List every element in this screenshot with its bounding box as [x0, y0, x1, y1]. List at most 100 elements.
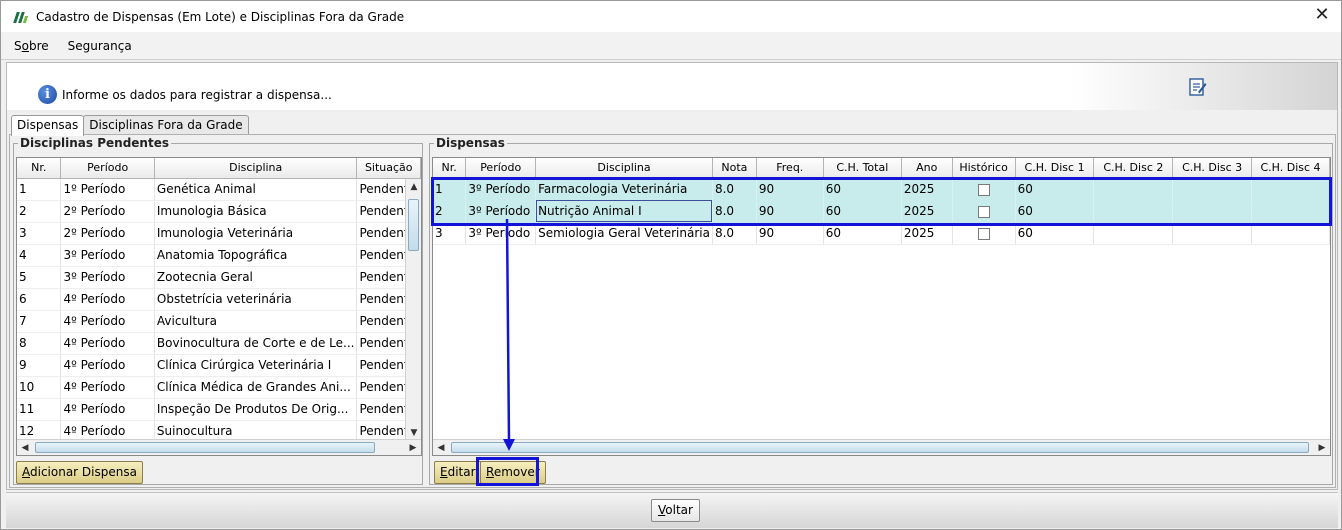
- table-cell: Farmacologia Veterinária: [535, 178, 713, 201]
- table-row[interactable]: 9 4º Período Clínica Cirúrgica Veterinária…: [17, 354, 421, 377]
- table-cell: Clínica Cirúrgica Veterinária I: [154, 354, 358, 377]
- table-row[interactable]: 3 3º Período Semiologia Geral Veterinária 8…: [433, 222, 1330, 245]
- table-cell: 60: [823, 222, 902, 245]
- table-cell: Semiologia Geral Veterinária: [535, 222, 713, 245]
- dispensas-hscroll-thumb[interactable]: [451, 442, 1309, 453]
- historico-checkbox[interactable]: [977, 183, 990, 196]
- pendentes-rows: 1 1º Período Genética Animal Pendente 2 2º Pe…: [17, 178, 421, 443]
- table-cell: [1093, 200, 1174, 223]
- pendentes-vscroll-thumb[interactable]: [408, 199, 419, 251]
- table-cell: 8.0: [712, 222, 757, 245]
- dispensas-col-ch-disc-2[interactable]: C.H. Disc 2: [1093, 158, 1174, 179]
- table-cell: 3: [433, 222, 467, 245]
- pendentes-hscroll-thumb[interactable]: [35, 442, 375, 453]
- table-cell: Clínica Médica de Grandes Ani...: [154, 376, 358, 399]
- table-cell: 2º Período: [60, 222, 155, 245]
- dispensas-col-ano[interactable]: Ano: [901, 158, 953, 179]
- table-row[interactable]: 2 3º Período Nutrição Animal I 8.0 90 60 2025 6…: [433, 200, 1330, 223]
- footer-bar: Voltar: [6, 492, 1338, 528]
- historico-cell: [952, 200, 1016, 223]
- menu-sobre[interactable]: Sobre: [14, 39, 49, 53]
- table-row[interactable]: 2 2º Período Imunologia Básica Pendente: [17, 200, 421, 223]
- historico-checkbox[interactable]: [977, 227, 990, 240]
- table-cell: 1: [17, 178, 62, 201]
- table-cell: Zootecnia Geral: [154, 266, 358, 289]
- table-cell: 3: [17, 222, 62, 245]
- table-cell: 60: [1015, 200, 1095, 223]
- table-cell: 4: [17, 244, 62, 267]
- window-title: Cadastro de Dispensas (Em Lote) e Discip…: [36, 9, 405, 24]
- scroll-left-icon[interactable]: ◀: [433, 440, 449, 455]
- dispensas-col-freq[interactable]: Freq.: [756, 158, 824, 179]
- pendentes-legend: Disciplinas Pendentes: [20, 136, 169, 150]
- pendentes-col-periodo[interactable]: Período: [60, 158, 155, 179]
- dispensas-col-nota[interactable]: Nota: [712, 158, 757, 179]
- info-message: Informe os dados para registrar a dispen…: [62, 88, 332, 102]
- table-row[interactable]: 1 1º Período Genética Animal Pendente: [17, 178, 421, 201]
- table-cell: 90: [756, 222, 824, 245]
- table-row[interactable]: 4 3º Período Anatomia Topográfica Pendente: [17, 244, 421, 267]
- table-row[interactable]: 8 4º Período Bovinocultura de Corte e de L…: [17, 332, 421, 355]
- edit-document-icon: [1189, 78, 1207, 96]
- table-cell: 8.0: [712, 178, 757, 201]
- tab-disciplinas-fora-da-grade[interactable]: Disciplinas Fora da Grade: [83, 115, 249, 135]
- app-logo-icon: [12, 9, 29, 25]
- historico-cell: [952, 178, 1016, 201]
- dispensas-col-ch-disc-3[interactable]: C.H. Disc 3: [1172, 158, 1253, 179]
- table-cell: 60: [1015, 222, 1095, 245]
- table-cell: 60: [1015, 178, 1095, 201]
- table-row[interactable]: 11 4º Período Inspeção De Produtos De Orig…: [17, 398, 421, 421]
- table-cell: 4º Período: [60, 376, 155, 399]
- table-cell: 10: [17, 376, 62, 399]
- table-cell: 3º Período: [465, 222, 537, 245]
- table-cell: 4º Período: [60, 332, 155, 355]
- table-cell: [1251, 222, 1330, 245]
- back-button[interactable]: Voltar: [651, 499, 700, 522]
- dispensas-col-disciplina[interactable]: Disciplina: [535, 158, 713, 179]
- table-cell: 3º Período: [60, 266, 155, 289]
- dispensas-col-ch-total[interactable]: C.H. Total: [823, 158, 902, 179]
- table-row[interactable]: 10 4º Período Clínica Médica de Grandes An…: [17, 376, 421, 399]
- menu-seguranca[interactable]: Segurança: [68, 39, 132, 53]
- tab-dispensas[interactable]: Dispensas: [11, 115, 85, 136]
- info-icon: i: [38, 85, 57, 104]
- table-cell: Genética Animal: [154, 178, 358, 201]
- dispensas-col-ch-disc-1[interactable]: C.H. Disc 1: [1015, 158, 1095, 179]
- table-row[interactable]: 5 3º Período Zootecnia Geral Pendente: [17, 266, 421, 289]
- dispensas-col-nr[interactable]: Nr.: [433, 158, 467, 179]
- main-content: i Informe os dados para registrar a disp…: [6, 62, 1338, 490]
- edit-button[interactable]: Editar: [434, 461, 482, 484]
- table-row[interactable]: 1 3º Período Farmacologia Veterinária 8.0 90…: [433, 178, 1330, 201]
- dispensas-header-row: Nr. Período Disciplina Nota Freq. C.H. T…: [433, 158, 1330, 179]
- dispensas-col-periodo[interactable]: Período: [465, 158, 537, 179]
- scroll-right-icon[interactable]: ▶: [405, 440, 421, 455]
- dispensas-grid[interactable]: Nr. Período Disciplina Nota Freq. C.H. T…: [432, 157, 1331, 456]
- table-row[interactable]: 7 4º Período Avicultura Pendente: [17, 310, 421, 333]
- scroll-right-icon[interactable]: ▶: [1314, 440, 1330, 455]
- historico-checkbox[interactable]: [977, 205, 990, 218]
- table-cell: Imunologia Veterinária: [154, 222, 358, 245]
- remove-button[interactable]: Remover: [480, 461, 546, 484]
- table-cell: 2025: [901, 178, 953, 201]
- table-cell: [1172, 222, 1253, 245]
- pendentes-grid[interactable]: Nr. Período Disciplina Situação 1 1º Perí…: [16, 157, 422, 456]
- pendentes-col-disciplina[interactable]: Disciplina: [154, 158, 358, 179]
- scroll-up-icon[interactable]: ▲: [406, 179, 421, 195]
- close-icon[interactable]: ✕: [1313, 6, 1331, 25]
- table-cell: 1º Período: [60, 178, 155, 201]
- table-cell: 4º Período: [60, 398, 155, 421]
- add-dispensa-button[interactable]: Adicionar Dispensa: [16, 461, 143, 484]
- scroll-left-icon[interactable]: ◀: [17, 440, 33, 455]
- tab-strip: Dispensas Disciplinas Fora da Grade: [11, 115, 249, 136]
- table-row[interactable]: 3 2º Período Imunologia Veterinária Pendent…: [17, 222, 421, 245]
- pendentes-col-nr[interactable]: Nr.: [17, 158, 62, 179]
- table-row[interactable]: 6 4º Período Obstetrícia veterinária Pende…: [17, 288, 421, 311]
- dispensas-horizontal-scrollbar[interactable]: ◀ ▶: [433, 439, 1330, 455]
- table-cell: 4º Período: [60, 310, 155, 333]
- dispensas-col-ch-disc-4[interactable]: C.H. Disc 4: [1251, 158, 1330, 179]
- table-cell: 2: [433, 200, 467, 223]
- pendentes-horizontal-scrollbar[interactable]: ◀ ▶: [17, 439, 421, 455]
- pendentes-vertical-scrollbar[interactable]: ▲ ▼: [405, 179, 421, 441]
- pendentes-col-situacao[interactable]: Situação: [356, 158, 421, 179]
- dispensas-col-historico[interactable]: Histórico: [952, 158, 1016, 179]
